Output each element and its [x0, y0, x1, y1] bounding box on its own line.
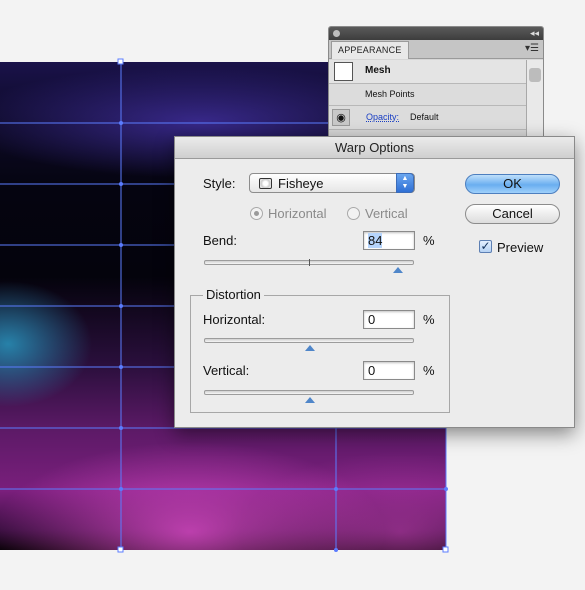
bend-value: 84 — [368, 233, 383, 248]
mesh-points-label: Mesh Points — [365, 89, 415, 99]
panel-tabbar: APPEARANCE ▾☰ — [329, 40, 543, 59]
bend-label: Bend: — [203, 233, 237, 248]
vertical-distortion-input[interactable]: 0 — [363, 361, 415, 380]
preview-checkbox[interactable]: ✓ — [479, 240, 492, 253]
opacity-value: Default — [410, 112, 439, 122]
appearance-panel: ◂◂ APPEARANCE ▾☰ Mesh Mesh Points ◉ Opac… — [328, 26, 544, 144]
horizontal-distortion-slider-thumb[interactable] — [305, 345, 315, 351]
panel-titlebar[interactable]: ◂◂ — [329, 27, 543, 40]
vertical-distortion-slider-thumb[interactable] — [305, 397, 315, 403]
updown-arrows-icon[interactable]: ▲ ▼ — [396, 173, 414, 193]
panel-menu-icon[interactable]: ▾☰ — [525, 43, 539, 55]
appearance-row-opacity[interactable]: ◉ Opacity: Default — [329, 106, 526, 130]
bend-slider-thumb[interactable] — [393, 267, 404, 273]
double-chevron-icon[interactable]: ◂◂ — [530, 27, 539, 40]
bend-unit: % — [423, 233, 435, 248]
appearance-row-object[interactable]: Mesh — [329, 60, 526, 84]
style-dropdown-value: Fisheye — [278, 176, 324, 191]
bend-slider[interactable] — [204, 259, 414, 273]
fisheye-warp-icon — [259, 178, 272, 189]
warp-options-dialog: Warp Options Style: Fisheye ▲ ▼ Horizonta… — [174, 136, 575, 428]
horizontal-radio-label: Horizontal — [268, 206, 327, 221]
close-icon[interactable] — [333, 30, 340, 37]
scrollbar-thumb[interactable] — [529, 68, 541, 82]
ok-button[interactable]: OK — [465, 174, 560, 194]
horizontal-distortion-label: Horizontal: — [203, 312, 266, 327]
object-thumbnail — [334, 62, 353, 81]
horizontal-distortion-unit: % — [423, 312, 435, 327]
style-label: Style: — [203, 176, 236, 191]
vertical-distortion-label: Vertical: — [203, 363, 250, 378]
cancel-button[interactable]: Cancel — [465, 204, 560, 224]
preview-label: Preview — [497, 240, 544, 255]
horizontal-distortion-slider[interactable] — [204, 338, 414, 351]
vertical-radio-label: Vertical — [365, 206, 408, 221]
distortion-group-label: Distortion — [203, 287, 264, 302]
vertical-distortion-slider[interactable] — [204, 390, 414, 403]
horizontal-distortion-input[interactable]: 0 — [363, 310, 415, 329]
tab-appearance[interactable]: APPEARANCE — [331, 41, 409, 59]
opacity-link[interactable]: Opacity: — [366, 112, 399, 122]
vertical-radio[interactable] — [347, 207, 360, 220]
bend-input[interactable]: 84 — [363, 231, 415, 250]
horizontal-radio[interactable] — [250, 207, 263, 220]
slider-center-tick — [309, 259, 310, 266]
style-dropdown[interactable]: Fisheye ▲ ▼ — [249, 173, 415, 193]
object-label: Mesh — [365, 65, 391, 76]
appearance-row-mesh-points[interactable]: Mesh Points — [329, 84, 526, 106]
eye-icon[interactable]: ◉ — [332, 109, 350, 126]
vertical-distortion-unit: % — [423, 363, 435, 378]
panel-scrollbar[interactable] — [526, 60, 543, 144]
radio-selected-dot — [254, 211, 259, 216]
dialog-title[interactable]: Warp Options — [175, 137, 574, 159]
